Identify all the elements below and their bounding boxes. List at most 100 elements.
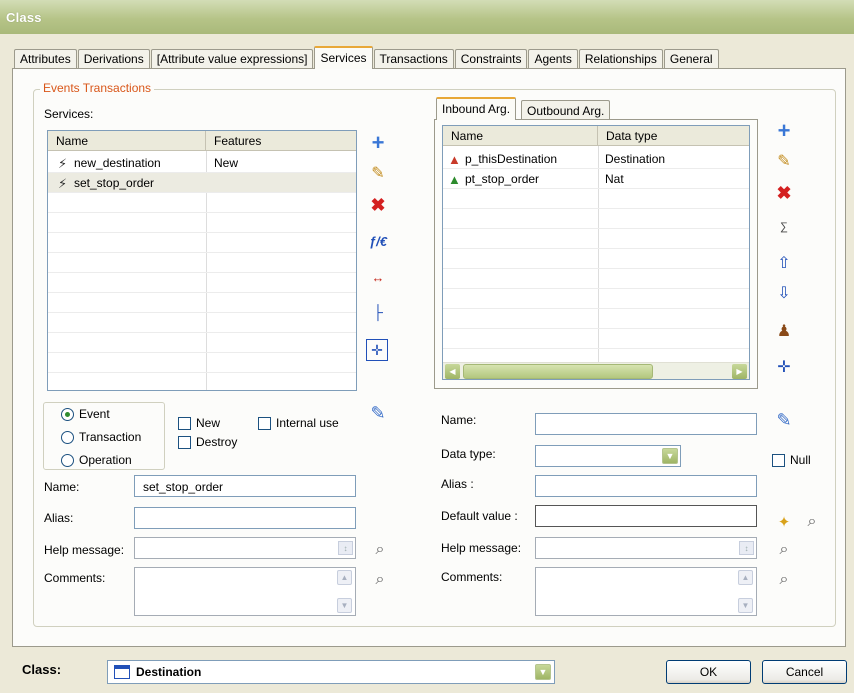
new-checkbox[interactable] [178, 417, 191, 430]
column-header-features[interactable]: Features [206, 131, 356, 151]
column-header-name[interactable]: Name [48, 131, 206, 151]
class-select[interactable]: Destination ▼ [107, 660, 555, 684]
ok-button[interactable]: OK [666, 660, 751, 684]
empty-row [48, 333, 356, 353]
arg-type-select[interactable]: ▼ [535, 445, 681, 467]
class-value: Destination [136, 665, 202, 679]
service-comments-textarea[interactable]: ▲ ▼ [134, 567, 356, 616]
rename-icon[interactable]: ↔ [366, 265, 390, 289]
eraser-icon[interactable]: ✎ [366, 401, 390, 425]
move-icon[interactable]: ✛ [366, 339, 388, 361]
tab-general[interactable]: General [663, 49, 719, 69]
class-label: Class: [22, 662, 62, 677]
wand-icon[interactable]: ✦ [772, 510, 796, 534]
arg-type: Destination [605, 152, 666, 166]
table-row[interactable]: ⚡︎ new_destination New [48, 153, 356, 173]
dropdown-arrow-icon[interactable]: ▼ [535, 664, 551, 680]
table-row[interactable]: ▲ p_thisDestination Destination [443, 149, 749, 169]
scroll-up-icon[interactable]: ▲ [337, 570, 352, 585]
radio-operation[interactable] [61, 454, 74, 467]
arg-alias-input[interactable] [535, 475, 757, 497]
services-grid-header: Name Features [48, 131, 356, 151]
arg-help-input[interactable]: ↕ [535, 537, 757, 559]
scroll-left-icon[interactable]: ◀ [445, 364, 460, 379]
scroll-up-icon[interactable]: ▲ [738, 570, 753, 585]
move-icon[interactable]: ✛ [772, 356, 796, 380]
tab-inbound-arg[interactable]: Inbound Arg. [436, 97, 517, 120]
tab-constraints[interactable]: Constraints [454, 49, 528, 69]
move-up-icon[interactable]: ⇧ [772, 252, 796, 276]
delete-icon[interactable]: ✖ [366, 193, 390, 217]
service-alias-label: Alias: [44, 511, 74, 525]
arg-default-label: Default value : [441, 509, 518, 523]
person-icon[interactable]: ♟ [772, 320, 796, 344]
class-icon [114, 665, 130, 679]
column-header-name[interactable]: Name [443, 126, 598, 146]
object-arg-icon: ▲ [448, 152, 461, 167]
edit-icon[interactable]: ✎ [366, 162, 390, 186]
empty-row [48, 353, 356, 373]
service-help-input[interactable]: ↕ [134, 537, 356, 559]
eraser-icon[interactable]: ✎ [772, 408, 796, 432]
comments-scrollbar[interactable]: ▲ ▼ [738, 570, 754, 613]
table-row[interactable]: ⚡︎ set_stop_order [48, 173, 356, 193]
lightning-icon: ⚡︎ [58, 156, 68, 171]
lightning-icon: ⚡︎ [58, 176, 68, 191]
scroll-down-icon[interactable]: ▼ [337, 598, 352, 613]
magnifier-icon[interactable]: ⌕ [368, 568, 392, 592]
arg-name-label: Name: [441, 413, 477, 427]
args-horizontal-scrollbar[interactable]: ◀ ▶ [443, 362, 749, 379]
window-title-bar[interactable]: Class [0, 0, 854, 34]
group-legend: Events Transactions [40, 81, 155, 95]
null-checkbox[interactable] [772, 454, 785, 467]
radio-operation-label: Operation [79, 453, 132, 467]
tab-services[interactable]: Services [314, 46, 373, 69]
tab-outbound-arg[interactable]: Outbound Arg. [521, 100, 611, 120]
magnifier-icon[interactable]: ⌕ [772, 568, 796, 592]
tab-transactions[interactable]: Transactions [373, 49, 454, 69]
cancel-button[interactable]: Cancel [762, 660, 847, 684]
move-down-icon[interactable]: ⇩ [772, 282, 796, 306]
arg-name-input[interactable] [535, 413, 757, 435]
tab-relationships[interactable]: Relationships [578, 49, 663, 69]
service-alias-input[interactable] [134, 507, 356, 529]
arg-default-input[interactable] [535, 505, 757, 527]
scroll-thumb[interactable] [463, 364, 653, 379]
tab-agents[interactable]: Agents [528, 49, 578, 69]
help-spin-icon[interactable]: ↕ [338, 541, 353, 555]
dropdown-arrow-icon[interactable]: ▼ [662, 448, 678, 464]
service-name-label: Name: [44, 480, 80, 494]
edit-icon[interactable]: ✎ [772, 150, 796, 174]
arg-comments-textarea[interactable]: ▲ ▼ [535, 567, 757, 616]
destroy-checkbox-label: Destroy [196, 435, 238, 449]
empty-row [48, 253, 356, 273]
magnifier-icon[interactable]: ⌕ [800, 510, 824, 534]
radio-event[interactable] [61, 408, 74, 421]
window-title: Class [6, 10, 42, 25]
empty-row [443, 269, 749, 289]
service-name-input[interactable]: set_stop_order [134, 475, 356, 497]
internal-use-checkbox[interactable] [258, 417, 271, 430]
delete-icon[interactable]: ✖ [772, 181, 796, 205]
add-icon[interactable]: + [772, 119, 796, 143]
destroy-checkbox[interactable] [178, 436, 191, 449]
magnifier-icon[interactable]: ⌕ [772, 538, 796, 562]
tab-attribute-value-expressions[interactable]: [Attribute value expressions] [150, 49, 314, 69]
add-icon[interactable]: + [366, 131, 390, 155]
tree-icon[interactable]: ├ [366, 300, 390, 324]
table-row[interactable]: ▲ pt_stop_order Nat [443, 169, 749, 189]
help-spin-icon[interactable]: ↕ [739, 541, 754, 555]
column-header-data-type[interactable]: Data type [598, 126, 749, 146]
comments-scrollbar[interactable]: ▲ ▼ [337, 570, 353, 613]
magnifier-icon[interactable]: ⌕ [368, 538, 392, 562]
tab-derivations[interactable]: Derivations [77, 49, 150, 69]
formula-icon[interactable]: ƒ/€ [366, 229, 390, 253]
expression-icon[interactable]: ∑ [772, 215, 796, 239]
class-icon-bar [115, 666, 129, 669]
empty-row [443, 309, 749, 329]
scroll-right-icon[interactable]: ▶ [732, 364, 747, 379]
tab-attributes[interactable]: Attributes [14, 49, 77, 69]
scroll-down-icon[interactable]: ▼ [738, 598, 753, 613]
radio-transaction[interactable] [61, 431, 74, 444]
service-help-label: Help message: [44, 543, 125, 557]
